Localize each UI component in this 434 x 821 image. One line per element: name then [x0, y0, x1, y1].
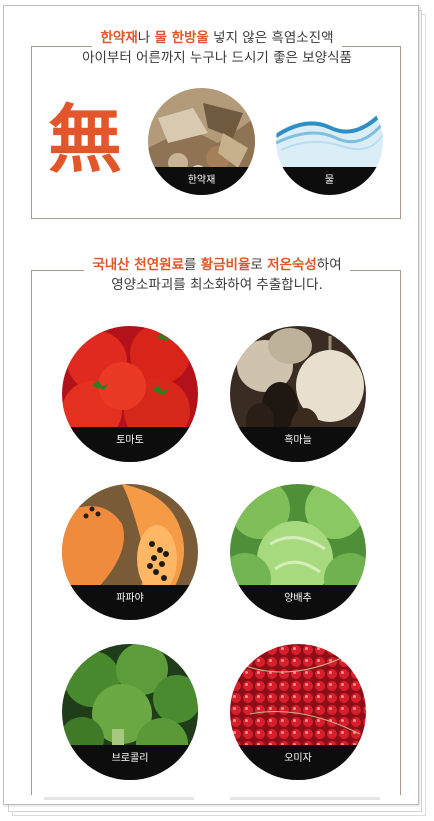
plain-text: 넣지 않은 흑염소진액	[208, 30, 334, 46]
black-garlic-photo: 흑마늘	[230, 326, 366, 462]
highlight-text: 저온숙성	[267, 257, 317, 273]
ingredients-headline-line2: 영양소파괴를 최소화하여 추출합니다.	[111, 277, 323, 293]
broccoli-photo: 브로콜리	[62, 644, 198, 780]
plain-text: 를	[183, 257, 201, 273]
herbs-photo: 한약재	[148, 88, 255, 195]
bottom-stripe-left	[44, 797, 194, 800]
intro-headline-line1: 한약재나 물 한방울 넣지 않은 흑염소진액	[92, 28, 342, 48]
tomato-photo: 토마토	[62, 326, 198, 462]
omija-caption: 오미자	[284, 752, 312, 764]
highlight-text: 국내산 천연원료	[92, 257, 184, 273]
highlight-text: 한약재	[100, 30, 138, 46]
water-photo: 물	[276, 88, 383, 195]
broccoli-caption: 브로콜리	[111, 752, 149, 764]
cabbage-caption: 양배추	[284, 592, 312, 604]
bottom-stripe-right	[230, 797, 380, 800]
highlight-text: 황금비율	[200, 257, 251, 273]
plain-text: 로	[250, 257, 268, 273]
intro-headline: 한약재나 물 한방울 넣지 않은 흑염소진액 아이부터 어른까지 누구나 드시기…	[0, 28, 434, 68]
none-symbol: 無	[48, 97, 122, 183]
highlight-text: 물 한방울	[154, 30, 209, 46]
black-garlic-caption: 흑마늘	[284, 434, 312, 446]
ingredients-headline-line1: 국내산 천연원료를 황금비율로 저온숙성하여	[84, 255, 350, 275]
herbs-caption: 한약재	[187, 175, 216, 187]
water-caption: 물	[324, 175, 335, 187]
plain-text: 하여	[316, 257, 342, 273]
papaya-caption: 파파야	[116, 592, 144, 604]
tomato-caption: 토마토	[116, 434, 144, 446]
plain-text: 나	[137, 30, 155, 46]
cabbage-photo: 양배추	[230, 484, 366, 620]
papaya-photo: 파파야	[62, 484, 198, 620]
intro-headline-line2: 아이부터 어른까지 누구나 드시기 좋은 보양식품	[82, 50, 352, 66]
ingredients-headline: 국내산 천연원료를 황금비율로 저온숙성하여 영양소파괴를 최소화하여 추출합니…	[0, 255, 434, 295]
omija-photo: 오미자	[230, 644, 366, 780]
